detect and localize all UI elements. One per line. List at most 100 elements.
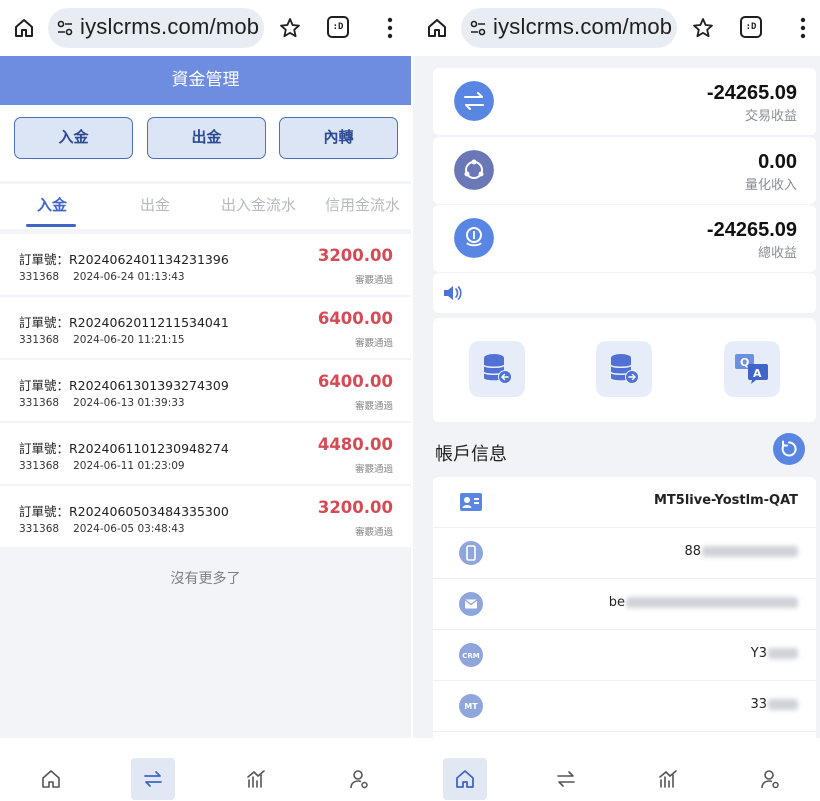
order-number: 訂單號：R2024062011211534041 — [19, 315, 229, 330]
order-status: 審覈通過 — [354, 527, 393, 538]
bookmark-star-icon[interactable] — [278, 16, 302, 40]
nav-home[interactable] — [413, 738, 515, 801]
order-number: 訂單號：R2024060503484335300 — [19, 504, 229, 519]
list-item[interactable]: 訂單號：R2024062011211534041 331368 2024-06-2… — [0, 297, 411, 358]
home-icon — [42, 770, 60, 788]
stat-value: -24265.09 — [706, 219, 797, 241]
order-meta: 331368 2024-06-11 01:23:09 — [19, 460, 185, 472]
order-time: 2024-06-24 01:13:43 — [73, 271, 185, 283]
page-title: 資金管理 — [0, 56, 411, 105]
order-status: 審覈通過 — [354, 401, 393, 412]
order-time: 2024-06-05 03:48:43 — [73, 523, 185, 535]
deposit-button[interactable]: 入金 — [14, 117, 133, 159]
order-status: 審覈通過 — [354, 338, 393, 349]
stat-card-trade-profit: -24265.09 交易收益 — [433, 68, 816, 135]
tab-credit-flow[interactable]: 信用金流水 — [325, 194, 400, 215]
nav-profile[interactable] — [718, 738, 820, 801]
order-time: 2024-06-20 11:21:15 — [73, 334, 185, 346]
account-info-list: MT5live-Yostlm-QAT 88 be CRM Y3 MT 33 — [433, 477, 816, 747]
redacted-mask — [702, 546, 798, 557]
announcement-bar[interactable] — [433, 273, 816, 313]
order-number: 訂單號：R2024061301393274309 — [19, 378, 229, 393]
record-tabs: 入金 出金 出入金流水 信用金流水 — [0, 184, 411, 229]
faq-shortcut-button[interactable]: QA — [724, 341, 780, 397]
id-card-icon — [460, 493, 482, 511]
svg-text:Q: Q — [740, 356, 749, 369]
refresh-button[interactable] — [773, 433, 805, 465]
tab-withdraw[interactable]: 出金 — [140, 194, 170, 215]
browser-toolbar: iyslcrms.com/mob :D — [0, 0, 411, 56]
email-visible-part: be — [608, 595, 625, 610]
order-account: 331368 — [19, 334, 60, 346]
user-settings-icon — [761, 770, 779, 789]
mt-visible-part: 33 — [750, 697, 767, 712]
stat-card-quant-income: 0.00 量化收入 — [433, 137, 816, 204]
site-settings-icon[interactable] — [469, 19, 487, 37]
tab-deposit[interactable]: 入金 — [37, 194, 67, 215]
bookmark-star-icon[interactable] — [691, 16, 715, 40]
account-mt-row: MT 33 — [433, 681, 816, 732]
nav-market[interactable] — [616, 738, 718, 801]
stat-card-total-profit: -24265.09 總收益 — [433, 205, 816, 272]
bottom-nav — [0, 738, 411, 801]
stat-value: -24265.09 — [706, 82, 797, 104]
order-account: 331368 — [19, 397, 60, 409]
transfer-arrows-icon — [144, 771, 162, 787]
list-item[interactable]: 訂單號：R2024061101230948274 331368 2024-06-1… — [0, 423, 411, 484]
end-of-list-text: 沒有更多了 — [170, 571, 241, 587]
nav-funds[interactable] — [102, 738, 204, 801]
home-icon[interactable] — [425, 16, 449, 40]
order-meta: 331368 2024-06-20 11:21:15 — [19, 334, 185, 346]
svg-text:CRM: CRM — [462, 652, 480, 660]
list-item[interactable]: 訂單號：R2024061301393274309 331368 2024-06-1… — [0, 360, 411, 421]
address-bar[interactable]: iyslcrms.com/mob — [461, 8, 677, 48]
home-icon[interactable] — [12, 16, 36, 40]
account-platform-row: MT5live-Yostlm-QAT — [433, 477, 816, 528]
database-in-icon — [483, 354, 512, 384]
order-meta: 331368 2024-06-13 01:39:33 — [19, 397, 185, 409]
more-menu-icon[interactable] — [380, 16, 400, 40]
transfer-arrows-icon — [557, 771, 575, 787]
deposit-shortcut-button[interactable] — [469, 341, 525, 397]
account-email-row: be — [433, 579, 816, 630]
qa-chat-icon: QA — [735, 354, 768, 384]
internal-transfer-button[interactable]: 內轉 — [279, 117, 398, 159]
tab-switcher-button[interactable]: :D — [740, 16, 762, 38]
order-number: 訂單號：R2024061101230948274 — [19, 441, 229, 456]
deposit-order-list: 訂單號：R2024062401134231396 331368 2024-06-2… — [0, 234, 411, 549]
refresh-icon — [781, 440, 797, 457]
redacted-mask — [768, 699, 798, 710]
list-item[interactable]: 訂單號：R2024060503484335300 331368 2024-06-0… — [0, 486, 411, 547]
order-amount: 6400.00 — [317, 372, 393, 391]
site-settings-icon[interactable] — [56, 19, 74, 37]
platform-value: MT5live-Yostlm-QAT — [653, 493, 798, 508]
order-account: 331368 — [19, 271, 60, 283]
quick-actions: QA — [433, 318, 816, 422]
coins-icon — [454, 218, 494, 258]
order-amount: 3200.00 — [317, 246, 393, 265]
quant-hub-icon — [454, 150, 494, 190]
database-out-icon — [610, 354, 639, 384]
list-item[interactable]: 訂單號：R2024062401134231396 331368 2024-06-2… — [0, 234, 411, 295]
crm-id-value: Y3 — [751, 646, 798, 661]
more-menu-icon[interactable] — [793, 16, 813, 40]
user-settings-icon — [350, 770, 368, 789]
chart-trend-icon — [659, 770, 677, 788]
tab-fund-flow[interactable]: 出入金流水 — [221, 194, 296, 215]
order-amount: 3200.00 — [317, 498, 393, 517]
withdraw-button[interactable]: 出金 — [147, 117, 266, 159]
nav-profile[interactable] — [308, 738, 410, 801]
withdraw-shortcut-button[interactable] — [596, 341, 652, 397]
email-value: be — [609, 595, 798, 610]
tab-switcher-button[interactable]: :D — [327, 16, 349, 38]
svg-text:MT: MT — [464, 702, 478, 711]
address-bar[interactable]: iyslcrms.com/mob — [48, 8, 264, 48]
redacted-mask — [768, 648, 798, 659]
nav-market[interactable] — [205, 738, 307, 801]
order-number: 訂單號：R2024062401134231396 — [19, 252, 229, 267]
browser-toolbar: iyslcrms.com/mob :D — [413, 0, 820, 56]
order-time: 2024-06-13 01:39:33 — [73, 397, 185, 409]
order-account: 331368 — [19, 460, 60, 472]
nav-funds[interactable] — [514, 738, 616, 801]
nav-home[interactable] — [0, 738, 102, 801]
